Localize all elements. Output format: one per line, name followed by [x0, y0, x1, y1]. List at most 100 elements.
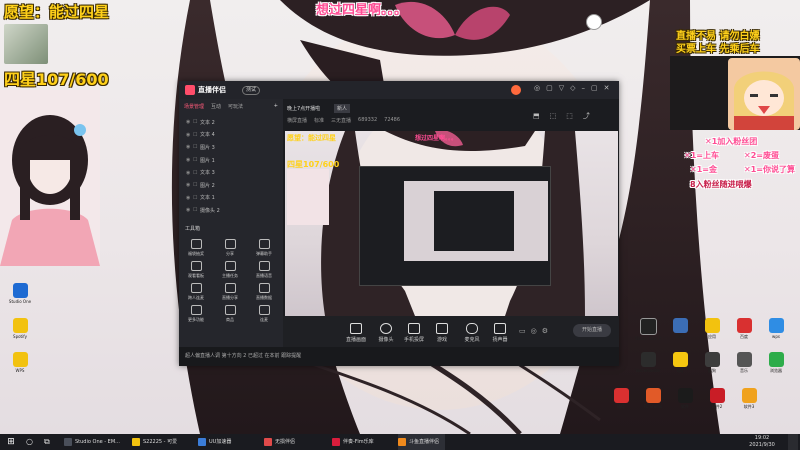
- scene-row[interactable]: ◉ ☐ 摄像头 2: [179, 204, 283, 217]
- scene-list: ◉ ☐ 文本 2 ◉ ☐ 文本 4 ◉ ☐ 图片 3 ◉ ☐ 图片 1 ◉ ☐ 文本 3 ◉ ☐ 图片 …: [179, 116, 283, 217]
- center-banner: 想过四星啊。。。: [316, 3, 408, 18]
- desktop-icon-2[interactable]: Spotify: [3, 318, 37, 339]
- gift-line-4: ✕1=金: [690, 165, 717, 174]
- tool-more[interactable]: 更多功能: [181, 305, 211, 323]
- tool-lucky-bag[interactable]: 福袋抽奖: [181, 239, 211, 257]
- gift-line-5: ✕1=你说了算: [744, 165, 795, 174]
- tool-data[interactable]: 直播数据: [249, 283, 279, 301]
- start-icon[interactable]: ⊞: [4, 434, 18, 450]
- desktop-icon-12[interactable]: 音乐: [727, 352, 761, 374]
- desktop-icon-17[interactable]: 软件2: [700, 388, 734, 410]
- title-badge: 测试: [242, 86, 261, 95]
- desktop-icon-11[interactable]: 酷狗: [695, 352, 729, 374]
- tool-share[interactable]: 分享: [215, 239, 245, 257]
- top-right-line1: 直播不易 请勿白嫖: [676, 31, 760, 42]
- tab-scene[interactable]: 场景管理: [184, 103, 204, 110]
- eye-icon[interactable]: ◉: [186, 207, 193, 213]
- desktop-icon-5[interactable]: OBS: [663, 318, 697, 339]
- tool-pk[interactable]: 跨人连麦: [181, 283, 211, 301]
- scene-row[interactable]: ◉ ☐ 图片 1: [179, 154, 283, 167]
- desktop-icon-15[interactable]: FL Studio: [636, 388, 670, 409]
- desktop-icon-13[interactable]: 浏览器: [759, 352, 793, 374]
- gift-line-1: ✕1加入粉丝团: [705, 137, 758, 146]
- camera-button[interactable]: 摄像头: [373, 323, 399, 343]
- window-controls[interactable]: ◎▢▽◇–▢✕: [534, 84, 615, 92]
- preview-webcam: [287, 169, 329, 225]
- tool-live-share[interactable]: 直播分享: [215, 283, 245, 301]
- tool-danmaku[interactable]: 弹幕助手: [249, 239, 279, 257]
- logo-image: [4, 24, 48, 64]
- bottom-extra-icons[interactable]: ▭◎⚙: [519, 327, 553, 335]
- scene-row[interactable]: ◉ ☐ 文本 1: [179, 192, 283, 205]
- search-icon[interactable]: ○: [26, 434, 33, 450]
- desktop-icon-7[interactable]: 百度: [727, 318, 761, 340]
- scene-row[interactable]: ◉ ☐ 文本 2: [179, 116, 283, 129]
- eye-icon[interactable]: ◉: [186, 157, 193, 163]
- desktop-icon-18[interactable]: 软件3: [732, 388, 766, 410]
- desktop-icon-14[interactable]: 通用: [604, 388, 638, 410]
- speaker-button[interactable]: 扬声器: [487, 323, 513, 343]
- tool-link[interactable]: 连麦: [249, 305, 279, 323]
- gift-line-6: 8入粉丝随进喂爆: [690, 180, 752, 189]
- task-view-icon[interactable]: ⧉: [44, 434, 50, 450]
- sidebar-tabs: 场景管理 互动 可玩法 +: [179, 99, 283, 114]
- taskbar-item-6[interactable]: 斗鱼直播伴侣: [398, 434, 446, 450]
- tool-task[interactable]: 主播任务: [215, 261, 245, 279]
- app-titlebar: 直播伴侣 测试 ◎▢▽◇–▢✕: [179, 81, 619, 99]
- tab-play[interactable]: 可玩法: [228, 103, 243, 110]
- tools-title: 工具箱: [185, 226, 201, 232]
- main-tab-badge[interactable]: 新人: [334, 104, 351, 113]
- wish-text: 愿望：能过四星: [4, 3, 110, 21]
- avatar[interactable]: [511, 85, 521, 95]
- star-count: 四星107/600: [4, 70, 109, 89]
- taskbar: ⊞ ○ ⧉ Studio One - EM... S22225 - 可爱 UU加…: [0, 434, 800, 450]
- show-desktop-button[interactable]: [788, 434, 798, 450]
- nested-inner-window: [434, 191, 514, 251]
- desktop-icon-16[interactable]: 软件: [668, 388, 702, 410]
- tool-goods[interactable]: 商品: [215, 305, 245, 323]
- taskbar-item-4[interactable]: 无损伴侣: [264, 434, 295, 450]
- clock[interactable]: 19:02 2021/9/30: [740, 435, 784, 449]
- live-screen-button[interactable]: 直播画面: [343, 323, 369, 343]
- taskbar-item-2[interactable]: S22225 - 可爱: [132, 434, 177, 450]
- main-title: 晚上7点开播啦: [287, 106, 321, 112]
- eye-icon[interactable]: ◉: [186, 170, 193, 176]
- eye-icon[interactable]: ◉: [186, 132, 193, 138]
- microphone-button[interactable]: 麦克风: [459, 323, 485, 343]
- eye-icon[interactable]: ◉: [186, 119, 193, 125]
- start-live-button[interactable]: 开始直播: [573, 324, 611, 337]
- add-scene-icon[interactable]: +: [274, 103, 278, 110]
- desktop-icon-8[interactable]: wps: [759, 318, 793, 339]
- scene-row[interactable]: ◉ ☐ 文本 3: [179, 166, 283, 179]
- taskbar-item-3[interactable]: UU加速器: [198, 434, 231, 450]
- tab-interact[interactable]: 互动: [211, 103, 221, 110]
- live-companion-window: 直播伴侣 测试 ◎▢▽◇–▢✕ 场景管理 互动 可玩法 + ◉ ☐ 文本 2 ◉ ☐ 文…: [179, 81, 619, 366]
- desktop-icon-3[interactable]: WPS: [3, 352, 37, 373]
- tool-voice[interactable]: 直播语音: [249, 261, 279, 279]
- eye-icon[interactable]: ◉: [186, 195, 193, 201]
- bottom-toolbar: 直播画面 摄像头 手机投屏 游戏 麦克风 扬声器 ▭◎⚙ 开始直播: [283, 316, 619, 347]
- desktop-icon-1[interactable]: Studio One: [3, 283, 37, 304]
- gift-line-3: ✕2=废蛋: [744, 151, 779, 160]
- main-toolbar-icons[interactable]: ⬒⬚⬚⤴: [533, 111, 600, 121]
- desktop-icon-9[interactable]: Voicemeeter: [631, 352, 665, 373]
- desktop-icon-4[interactable]: Studio One 2: [631, 318, 665, 341]
- eye-icon[interactable]: ◉: [186, 144, 193, 150]
- tool-board[interactable]: 观看看板: [181, 261, 211, 279]
- desktop-icon-6[interactable]: 应用: [695, 318, 729, 340]
- phone-cast-button[interactable]: 手机投屏: [401, 323, 427, 343]
- desktop-icon-10[interactable]: QQ: [663, 352, 697, 373]
- scene-row[interactable]: ◉ ☐ 图片 2: [179, 179, 283, 192]
- stream-preview[interactable]: 愿望：能过四星 四星107/600 想过四星啊。。。: [285, 131, 618, 316]
- app-title: 直播伴侣: [198, 86, 226, 94]
- clock-date: 2021/9/30: [749, 442, 775, 448]
- cat-sticker-icon: [586, 14, 602, 30]
- scene-row[interactable]: ◉ ☐ 文本 4: [179, 129, 283, 142]
- scene-row[interactable]: ◉ ☐ 图片 3: [179, 141, 283, 154]
- taskbar-item-1[interactable]: Studio One - EM...: [64, 434, 120, 450]
- game-button[interactable]: 游戏: [429, 323, 455, 343]
- eye-icon[interactable]: ◉: [186, 182, 193, 188]
- taskbar-item-5[interactable]: 伴奏-Fim乐库: [332, 434, 374, 450]
- status-text: 超人偏直播人调 第十方向 2 已超过 在本前 跟踪提醒: [185, 353, 302, 359]
- status-bar: 超人偏直播人调 第十方向 2 已超过 在本前 跟踪提醒: [179, 347, 619, 366]
